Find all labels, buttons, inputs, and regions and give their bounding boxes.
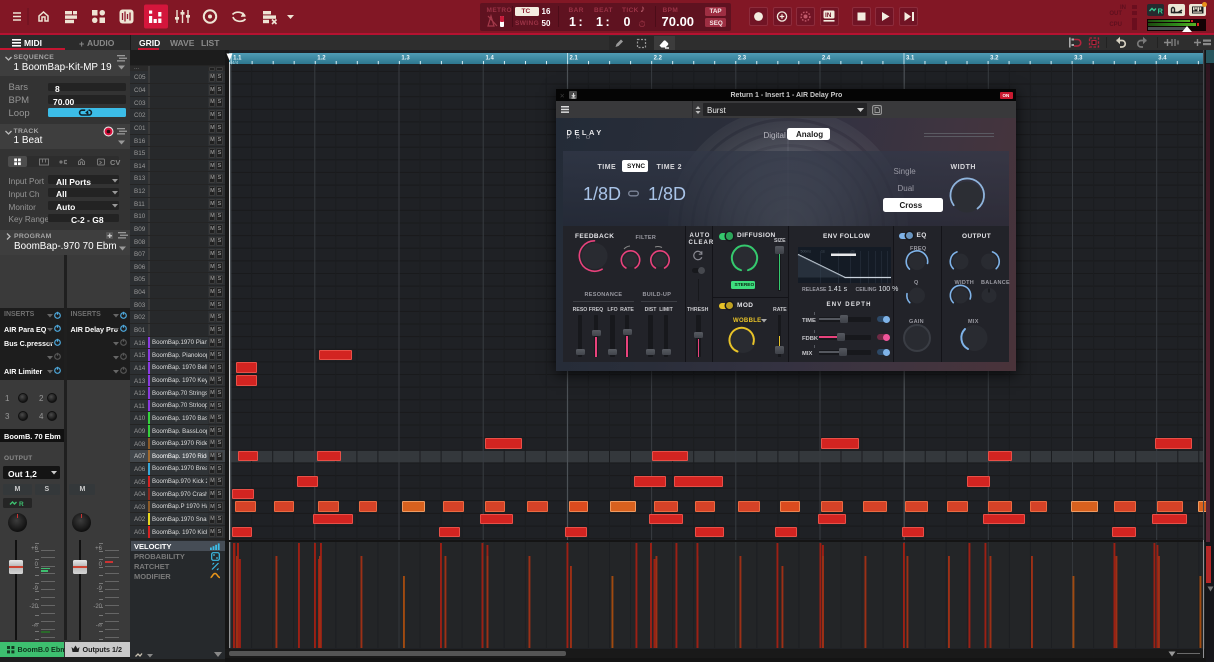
svg-text:1s: 1s [821,249,825,253]
svg-text:4/4: 4/4 [232,60,239,65]
svg-text:2.3: 2.3 [737,56,746,62]
svg-text:3.2: 3.2 [990,56,999,62]
svg-text:2.1: 2.1 [569,56,578,62]
svg-text:R: R [19,501,24,508]
svg-text:3.4: 3.4 [1158,56,1167,62]
svg-text:2.2: 2.2 [653,56,662,62]
svg-text:3.1: 3.1 [905,56,914,62]
svg-text:1.2: 1.2 [317,56,326,62]
svg-text:1.4: 1.4 [485,56,494,62]
svg-text:2s: 2s [851,249,855,253]
svg-text:CV: CV [110,158,120,167]
svg-text:1.3: 1.3 [401,56,410,62]
svg-text:500ms: 500ms [801,249,812,253]
svg-text:IN: IN [825,12,832,19]
svg-text:3.3: 3.3 [1074,56,1083,62]
svg-text:R: R [1157,7,1163,16]
svg-text:2.4: 2.4 [821,56,830,62]
